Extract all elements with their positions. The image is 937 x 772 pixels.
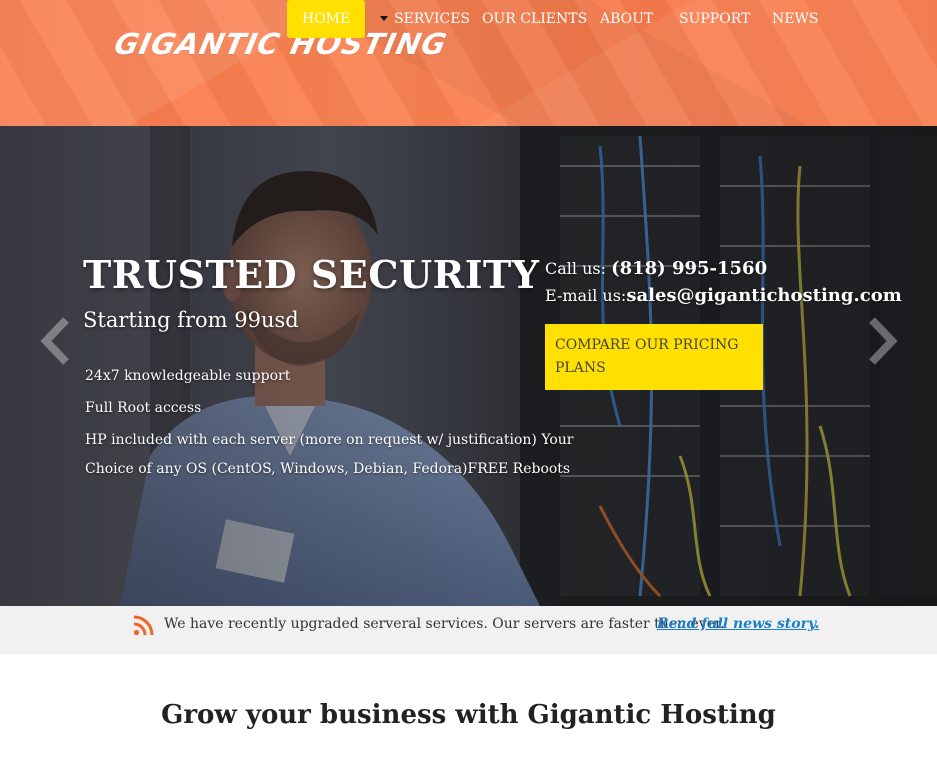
feature-item: Choice of any OS (CentOS, Windows, Debia… bbox=[85, 461, 571, 477]
nav-support[interactable]: SUPPORT bbox=[679, 0, 750, 38]
hero-slider: TRUSTED SECURITY Starting from 99usd 24x… bbox=[0, 126, 937, 606]
slider-prev-button[interactable] bbox=[38, 316, 78, 366]
phone-number[interactable]: (818) 995-1560 bbox=[611, 258, 767, 279]
feature-item: 24x7 knowledgeable support bbox=[85, 368, 291, 384]
read-news-link[interactable]: Read full news story. bbox=[657, 616, 819, 632]
hero-subtitle: Starting from 99usd bbox=[83, 308, 299, 332]
nav-services-label: SERVICES bbox=[394, 11, 471, 27]
nav-home[interactable]: HOME bbox=[287, 0, 366, 38]
feature-item: Full Root access bbox=[85, 400, 202, 416]
hero-title: TRUSTED SECURITY bbox=[83, 252, 540, 297]
caret-down-icon bbox=[380, 15, 388, 21]
hero-background-image bbox=[0, 126, 937, 606]
feature-item: HP included with each server (more on re… bbox=[85, 432, 574, 448]
contact-email: E-mail us:sales@gigantichosting.com bbox=[545, 285, 902, 306]
site-header: GIGANTIC HOSTING HOME SERVICES OUR CLIEN… bbox=[0, 0, 937, 126]
contact-phone: Call us: (818) 995-1560 bbox=[545, 258, 767, 279]
section-heading-brand: Gigantic Hosting bbox=[527, 700, 776, 730]
contact-email-label: E-mail us: bbox=[545, 286, 627, 305]
chevron-right-icon bbox=[869, 317, 898, 365]
rss-icon bbox=[133, 615, 154, 636]
news-text: We have recently upgraded serveral servi… bbox=[164, 616, 725, 632]
nav-news[interactable]: NEWS bbox=[772, 0, 818, 38]
compare-pricing-button[interactable]: COMPARE OUR PRICING PLANS bbox=[545, 324, 763, 390]
nav-our-clients[interactable]: OUR CLIENTS bbox=[482, 0, 587, 38]
contact-phone-label: Call us: bbox=[545, 259, 612, 278]
nav-about[interactable]: ABOUT bbox=[600, 0, 653, 38]
section-heading-prefix: Grow your business with bbox=[161, 700, 528, 730]
section-heading: Grow your business with Gigantic Hosting bbox=[0, 700, 937, 730]
slider-next-button[interactable] bbox=[860, 316, 900, 366]
email-address[interactable]: sales@gigantichosting.com bbox=[626, 285, 901, 306]
chevron-left-icon bbox=[40, 317, 69, 365]
news-bar: We have recently upgraded serveral servi… bbox=[0, 606, 937, 654]
nav-services[interactable]: SERVICES bbox=[380, 0, 470, 38]
